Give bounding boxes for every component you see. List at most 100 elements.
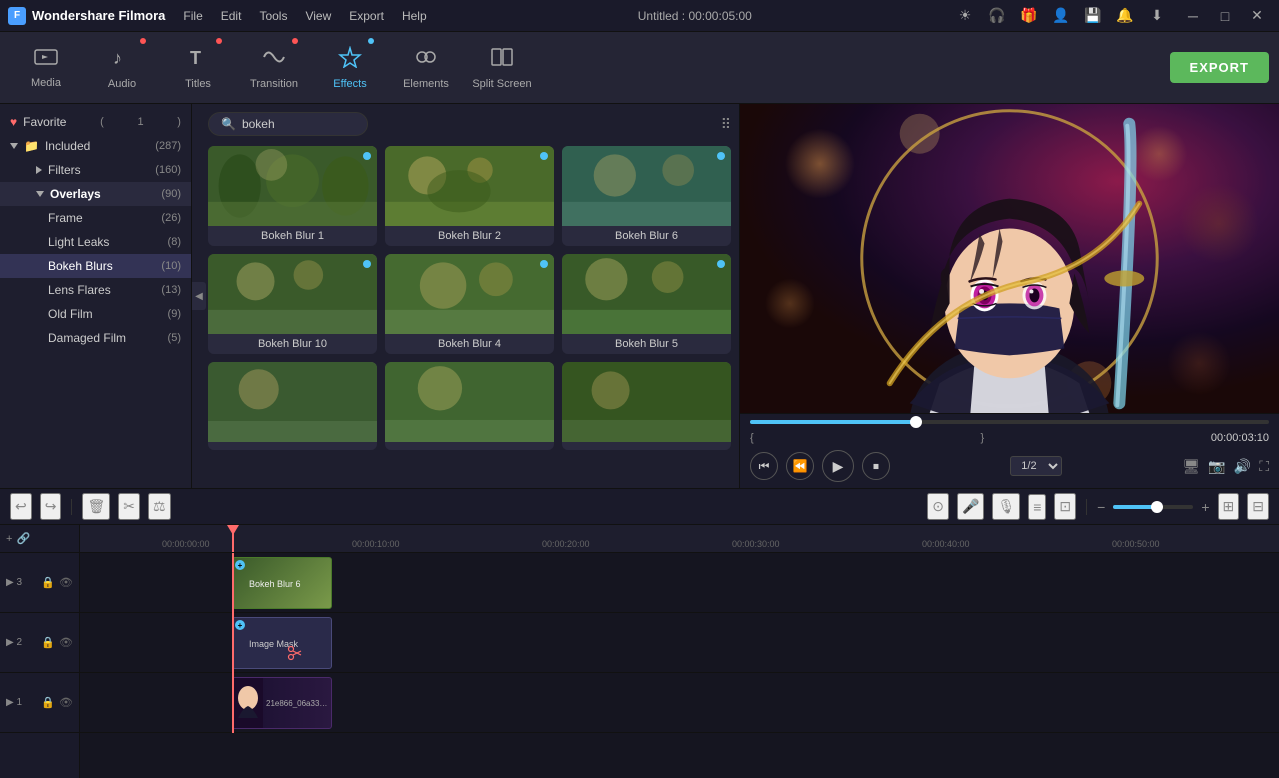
bokehblurs-count: (10) — [161, 260, 181, 272]
headphone-icon[interactable]: 🎧 — [987, 7, 1007, 24]
transition-label: Transition — [250, 78, 298, 90]
effect-bokeh-blur-2[interactable]: Bokeh Blur 2 — [385, 146, 554, 246]
included-chevron-icon — [10, 143, 18, 149]
zoom-out-btn[interactable]: − — [1097, 499, 1105, 515]
clip-bokeh-blur-6[interactable]: + Bokeh Blur 6 — [232, 557, 332, 609]
save-icon[interactable]: 💾 — [1083, 7, 1103, 24]
download-icon[interactable]: ⬇ — [1147, 7, 1167, 24]
minimize-btn[interactable]: ─ — [1179, 6, 1207, 26]
effect-bokeh-blur-10[interactable]: Bokeh Blur 10 — [208, 254, 377, 354]
tool-elements[interactable]: Elements — [390, 34, 462, 102]
gift-icon[interactable]: 🎁 — [1019, 7, 1039, 24]
sidebar-item-included[interactable]: 📁 Included (287) — [0, 134, 191, 158]
captions-btn[interactable]: ≡ — [1028, 494, 1046, 520]
maximize-btn[interactable]: □ — [1211, 6, 1239, 26]
effect-bokeh-blur-4[interactable]: Bokeh Blur 4 — [385, 254, 554, 354]
track-1-lock-icon[interactable]: 🔒 — [41, 696, 55, 709]
track-2-eye-icon[interactable]: 👁 — [59, 636, 73, 649]
sidebar-item-bokehblurs[interactable]: Bokeh Blurs (10) — [0, 254, 191, 278]
camera-icon[interactable]: 📷 — [1208, 458, 1225, 475]
track-1-eye-icon[interactable]: 👁 — [59, 696, 73, 709]
play-btn[interactable]: ▶ — [822, 450, 854, 482]
sidebar-item-favorite[interactable]: ♥ Favorite (1) — [0, 110, 191, 134]
effect-bokeh-blur-1[interactable]: Bokeh Blur 1 — [208, 146, 377, 246]
tool-splitscreen[interactable]: Split Screen — [466, 34, 538, 102]
adjust-btn[interactable]: ⚖ — [148, 493, 171, 520]
menu-edit[interactable]: Edit — [213, 7, 250, 25]
tool-transition[interactable]: Transition — [238, 34, 310, 102]
sidebar-item-lensflares[interactable]: Lens Flares (13) — [0, 278, 191, 302]
monitor-icon[interactable]: 🖥 — [1183, 458, 1201, 475]
zoom-slider[interactable] — [1113, 505, 1193, 509]
pip-btn[interactable]: ⊡ — [1054, 493, 1076, 520]
tool-audio[interactable]: ♪ Audio — [86, 34, 158, 102]
quality-select[interactable]: 1/2 Full 1/4 — [1010, 456, 1062, 476]
zoom-in-btn[interactable]: + — [1201, 499, 1209, 515]
tool-media[interactable]: Media — [10, 34, 82, 102]
effect-9[interactable] — [562, 362, 731, 450]
tool-effects[interactable]: Effects — [314, 34, 386, 102]
clip-video[interactable]: 21e866_06a338... — [232, 677, 332, 729]
progress-handle[interactable] — [910, 416, 922, 428]
voiceover-btn[interactable]: 🎙 — [992, 493, 1020, 520]
menu-bar: File Edit Tools View Export Help — [175, 7, 434, 25]
undo-btn[interactable]: ↩ — [10, 493, 32, 520]
bell-icon[interactable]: 🔔 — [1115, 7, 1135, 24]
track-3-eye-icon[interactable]: 👁 — [59, 576, 73, 589]
cut-btn[interactable]: ✂ — [118, 493, 140, 520]
effect-indicator — [540, 260, 548, 268]
search-box[interactable]: 🔍 — [208, 112, 368, 136]
menu-help[interactable]: Help — [394, 7, 435, 25]
zoom-handle[interactable] — [1151, 501, 1163, 513]
effect-7[interactable] — [208, 362, 377, 450]
fullscreen-timeline-btn[interactable]: ⊟ — [1247, 493, 1269, 520]
clip-image-mask[interactable]: + Image Mask — [232, 617, 332, 669]
tool-titles[interactable]: T Titles — [162, 34, 234, 102]
menu-view[interactable]: View — [297, 7, 339, 25]
playhead — [232, 525, 234, 552]
volume-icon[interactable]: 🔊 — [1234, 458, 1251, 475]
effects-content: 🔍 ⠿ — [192, 104, 739, 488]
menu-file[interactable]: File — [175, 7, 210, 25]
ruler-time-10: 00:00:10:00 — [352, 539, 542, 552]
bracket-end: } — [980, 432, 984, 444]
sidebar-item-lightleaks[interactable]: Light Leaks (8) — [0, 230, 191, 254]
step-back-btn[interactable]: ⏪ — [786, 452, 814, 480]
notification-icon[interactable]: ☀ — [955, 7, 975, 24]
close-btn[interactable]: ✕ — [1243, 6, 1271, 26]
fullscreen-icon[interactable]: ⛶ — [1259, 458, 1269, 475]
resize-handle[interactable]: ◀ — [192, 282, 206, 310]
export-button[interactable]: EXPORT — [1170, 52, 1269, 83]
favorite-count: ( — [100, 116, 104, 128]
delete-btn[interactable]: 🗑 — [82, 493, 110, 520]
effect-bokeh-blur-6[interactable]: Bokeh Blur 6 — [562, 146, 731, 246]
bokeh-blur-1-thumb — [208, 146, 377, 226]
search-input[interactable] — [242, 117, 352, 131]
progress-bar[interactable] — [750, 420, 1269, 424]
sidebar-item-damagedfilm[interactable]: Damaged Film (5) — [0, 326, 191, 350]
track-3-lock-icon[interactable]: 🔒 — [41, 576, 55, 589]
media-icon — [34, 47, 58, 73]
rewind-btn[interactable]: ⏮ — [750, 452, 778, 480]
sidebar-item-frame[interactable]: Frame (26) — [0, 206, 191, 230]
snapshot-btn[interactable]: ⊙ — [927, 493, 949, 520]
redo-btn[interactable]: ↪ — [40, 493, 62, 520]
menu-tools[interactable]: Tools — [251, 7, 295, 25]
sidebar-item-oldfilm[interactable]: Old Film (9) — [0, 302, 191, 326]
track-2-lock-icon[interactable]: 🔒 — [41, 636, 55, 649]
add-track-icon[interactable]: + — [6, 533, 12, 545]
fit-btn[interactable]: ⊞ — [1218, 493, 1240, 520]
sidebar-item-overlays[interactable]: Overlays (90) — [0, 182, 191, 206]
svg-text:♪: ♪ — [113, 48, 122, 68]
effect-indicator — [717, 260, 725, 268]
stop-btn[interactable]: ⏹ — [862, 452, 890, 480]
grid-view-icon[interactable]: ⠿ — [721, 116, 731, 133]
link-icon[interactable]: 🔗 — [16, 532, 30, 545]
effect-bokeh-blur-5[interactable]: Bokeh Blur 5 — [562, 254, 731, 354]
user-icon[interactable]: 👤 — [1051, 7, 1071, 24]
sidebar-item-filters[interactable]: Filters (160) — [0, 158, 191, 182]
effect-8[interactable] — [385, 362, 554, 450]
menu-export[interactable]: Export — [341, 7, 392, 25]
track-3-label: ▶ 3 — [6, 577, 22, 588]
audio-btn[interactable]: 🎤 — [957, 493, 984, 520]
